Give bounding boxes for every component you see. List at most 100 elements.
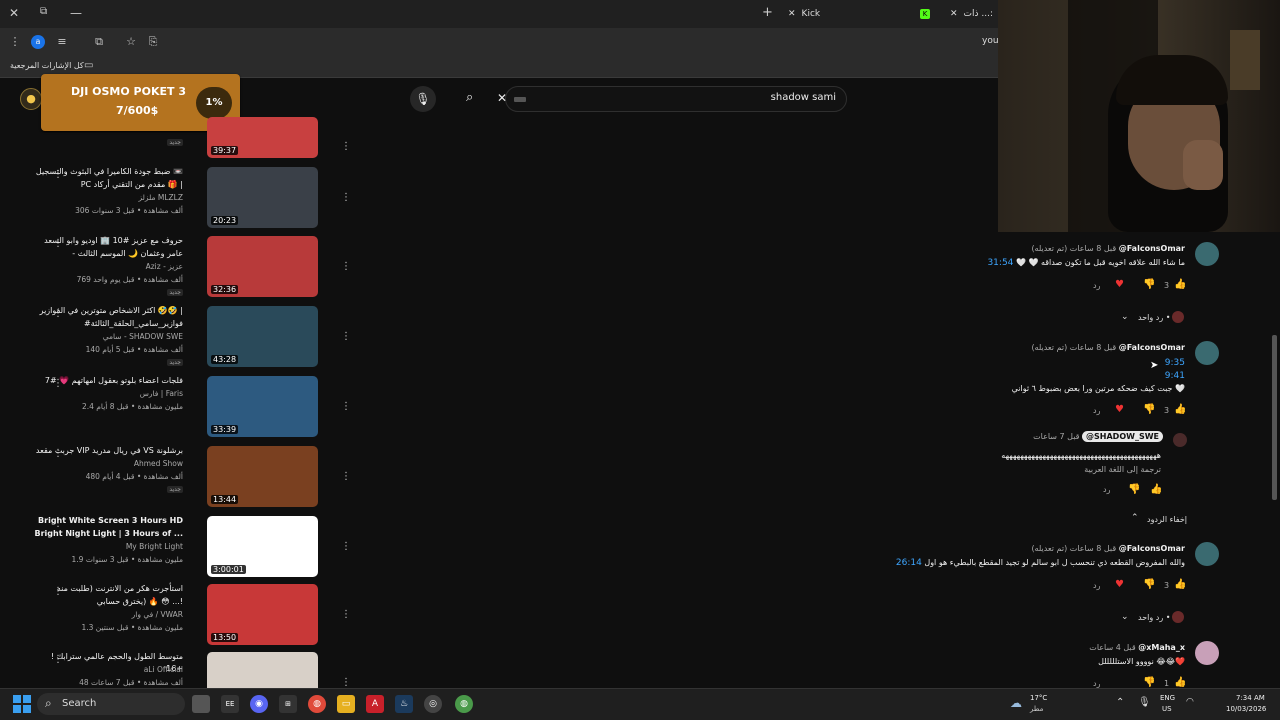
app-icon[interactable]: EE xyxy=(221,695,239,713)
video-thumbnail[interactable]: 43:28 xyxy=(207,306,318,367)
comment-timestamp-link[interactable]: 9:35 xyxy=(1165,358,1185,368)
app-icon[interactable]: ⊞ xyxy=(279,695,297,713)
video-thumbnail[interactable]: 13:50 xyxy=(207,584,318,645)
dislike-icon[interactable]: 👎 xyxy=(1128,484,1140,495)
close-tab-icon[interactable]: ✕ xyxy=(788,9,796,19)
more-actions-icon[interactable]: ⋮ xyxy=(341,192,351,203)
comment-timestamp-link[interactable]: 26:14 xyxy=(896,558,922,568)
comment-timestamp-link[interactable]: 9:41 xyxy=(1165,371,1185,381)
reply-button[interactable]: رد xyxy=(1093,406,1100,415)
like-icon[interactable]: 👍 xyxy=(1174,404,1186,415)
dislike-icon[interactable]: 👎 xyxy=(1143,279,1155,290)
video-title[interactable]: جربت مقعد VIP في ريال مدريد VS برشلونة xyxy=(33,445,183,457)
video-title[interactable]: Bright White Screen 3 Hours HD xyxy=(33,515,183,527)
more-actions-icon[interactable]: ⋮ xyxy=(341,141,351,152)
reply-button[interactable]: رد xyxy=(1093,679,1100,688)
tab-kick[interactable]: ✕ Kick xyxy=(788,4,820,24)
star-icon[interactable]: ☆ xyxy=(124,35,138,49)
search-input[interactable]: shadow sami xyxy=(771,92,836,103)
more-actions-icon[interactable]: ⋮ xyxy=(341,471,351,482)
reply-button[interactable]: رد xyxy=(1093,581,1100,590)
video-title-line2[interactable]: يخترق حسابي) 🔥 😳 ...! xyxy=(33,596,183,608)
tab-kick-2[interactable]: K ✕ ذات ...: xyxy=(920,4,993,24)
reply-button[interactable]: رد xyxy=(1103,485,1110,494)
video-title-line2[interactable]: Bright Night Light | 3 Hours of ... xyxy=(33,528,183,540)
channel-name[interactable]: فارس | Faris xyxy=(33,389,183,398)
chevron-down-icon[interactable]: ⌄ xyxy=(1121,312,1129,322)
chevron-up-icon[interactable]: ⌃ xyxy=(1116,697,1124,708)
new-tab-button[interactable]: + xyxy=(762,5,773,20)
chevron-down-icon[interactable]: ⌄ xyxy=(1121,612,1129,622)
avatar[interactable] xyxy=(1195,341,1219,365)
all-bookmarks-label[interactable]: كل الإشارات المرجعية xyxy=(10,61,84,70)
channel-name[interactable]: Aziz - عزيز xyxy=(33,262,183,271)
comment-author[interactable]: @FalconsOmar xyxy=(1119,244,1185,253)
replies-toggle[interactable]: رد واحد • xyxy=(1138,613,1170,622)
task-view-icon[interactable] xyxy=(192,695,210,713)
obs-icon[interactable]: ◎ xyxy=(424,695,442,713)
comment-author[interactable]: @FalconsOmar xyxy=(1119,544,1185,553)
channel-name[interactable]: ملزلز MLZLZ xyxy=(33,193,183,202)
like-icon[interactable]: 👍 xyxy=(1174,279,1186,290)
wifi-icon[interactable]: ◠ xyxy=(1186,697,1194,707)
adobe-icon[interactable]: A xyxy=(366,695,384,713)
avatar[interactable] xyxy=(1173,433,1187,447)
video-title-line2[interactable]: PC مقدم من التقني أركاد 🎁 | xyxy=(33,179,183,191)
restore-window-button[interactable]: ⧉ xyxy=(40,6,47,17)
channel-name[interactable]: Ahmed Show xyxy=(33,459,183,468)
mic-icon[interactable]: 🎙 xyxy=(1138,697,1151,708)
channel-name[interactable]: سامي - SHADOW SWE xyxy=(33,332,183,341)
chrome-icon[interactable]: ◍ xyxy=(308,695,326,713)
mic-icon[interactable]: 🎙 xyxy=(410,86,436,112)
video-title[interactable]: استأجرت هكر من الانترنت (طلبت منه xyxy=(33,583,183,595)
language-indicator[interactable]: ENG xyxy=(1160,694,1175,702)
steam-icon[interactable]: ♨ xyxy=(395,695,413,713)
dislike-icon[interactable]: 👎 xyxy=(1143,579,1155,590)
video-thumbnail[interactable]: 32:36 xyxy=(207,236,318,297)
comment-author-badge[interactable]: @SHADOW_SWE xyxy=(1082,431,1163,442)
discord-icon[interactable]: ◉ xyxy=(250,695,268,713)
comment-author[interactable]: @FalconsOmar xyxy=(1119,343,1185,352)
search-icon[interactable]: ⌕ xyxy=(466,90,473,105)
video-title[interactable]: اكثر الاشخاص متوترين في الفوازير 🤣🤣 | xyxy=(33,305,183,317)
minimize-window-button[interactable]: — xyxy=(70,6,82,20)
chevron-up-icon[interactable]: ⌃ xyxy=(1131,513,1139,523)
video-title-line2[interactable]: - عامر وعثمان 🌙 الموسم الثالث xyxy=(33,248,183,260)
close-window-button[interactable]: ✕ xyxy=(9,6,19,20)
comment-author[interactable]: @xMaha_x xyxy=(1138,643,1185,652)
replies-toggle[interactable]: رد واحد • xyxy=(1138,313,1170,322)
like-icon[interactable]: 👍 xyxy=(1150,484,1162,495)
like-icon[interactable]: 👍 xyxy=(1174,579,1186,590)
file-explorer-icon[interactable]: ▭ xyxy=(337,695,355,713)
chrome-active-icon[interactable]: ◍ xyxy=(455,695,473,713)
channel-name[interactable]: My Bright Light xyxy=(33,542,183,551)
weather-temp[interactable]: 17°C xyxy=(1030,694,1047,702)
dislike-icon[interactable]: 👎 xyxy=(1143,404,1155,415)
video-thumbnail[interactable]: 39:37 xyxy=(207,117,318,158)
more-actions-icon[interactable]: ⋮ xyxy=(341,609,351,620)
clear-search-icon[interactable]: ✕ xyxy=(497,91,507,105)
video-thumbnail[interactable]: 20:23 xyxy=(207,167,318,228)
close-tab-icon[interactable]: ✕ xyxy=(950,9,958,19)
video-thumbnail[interactable]: 33:39 xyxy=(207,376,318,437)
scrollbar-thumb[interactable] xyxy=(1272,335,1277,500)
video-thumbnail[interactable]: 13:44 xyxy=(207,446,318,507)
taskbar-search[interactable]: ⌕ Search xyxy=(37,693,185,715)
more-actions-icon[interactable]: ⋮ xyxy=(341,331,351,342)
clock-time[interactable]: 7:34 AM xyxy=(1236,694,1265,702)
channel-logo-icon[interactable]: ● xyxy=(20,88,42,110)
avatar[interactable] xyxy=(1195,641,1219,665)
channel-name[interactable]: aLi Official xyxy=(33,665,183,674)
video-title[interactable]: حروف مع عزيز #10 🏢 اوديو وابو السعد xyxy=(33,235,183,247)
search-bar[interactable]: ⌕ ✕ shadow sami xyxy=(466,86,847,112)
more-actions-icon[interactable]: ⋮ xyxy=(341,541,351,552)
keyboard-icon[interactable] xyxy=(514,97,526,102)
comment-timestamp-link[interactable]: 31:54 xyxy=(987,258,1013,268)
profile-avatar[interactable]: a xyxy=(31,35,45,49)
reply-button[interactable]: رد xyxy=(1093,281,1100,290)
like-icon[interactable]: 👍 xyxy=(1174,677,1186,688)
translate-link[interactable]: ترجمة إلى اللغة العربية xyxy=(961,465,1161,474)
hide-replies-button[interactable]: إخفاء الردود xyxy=(1147,515,1187,524)
channel-name[interactable]: في وار / VWAR xyxy=(33,610,183,619)
avatar[interactable] xyxy=(1195,542,1219,566)
